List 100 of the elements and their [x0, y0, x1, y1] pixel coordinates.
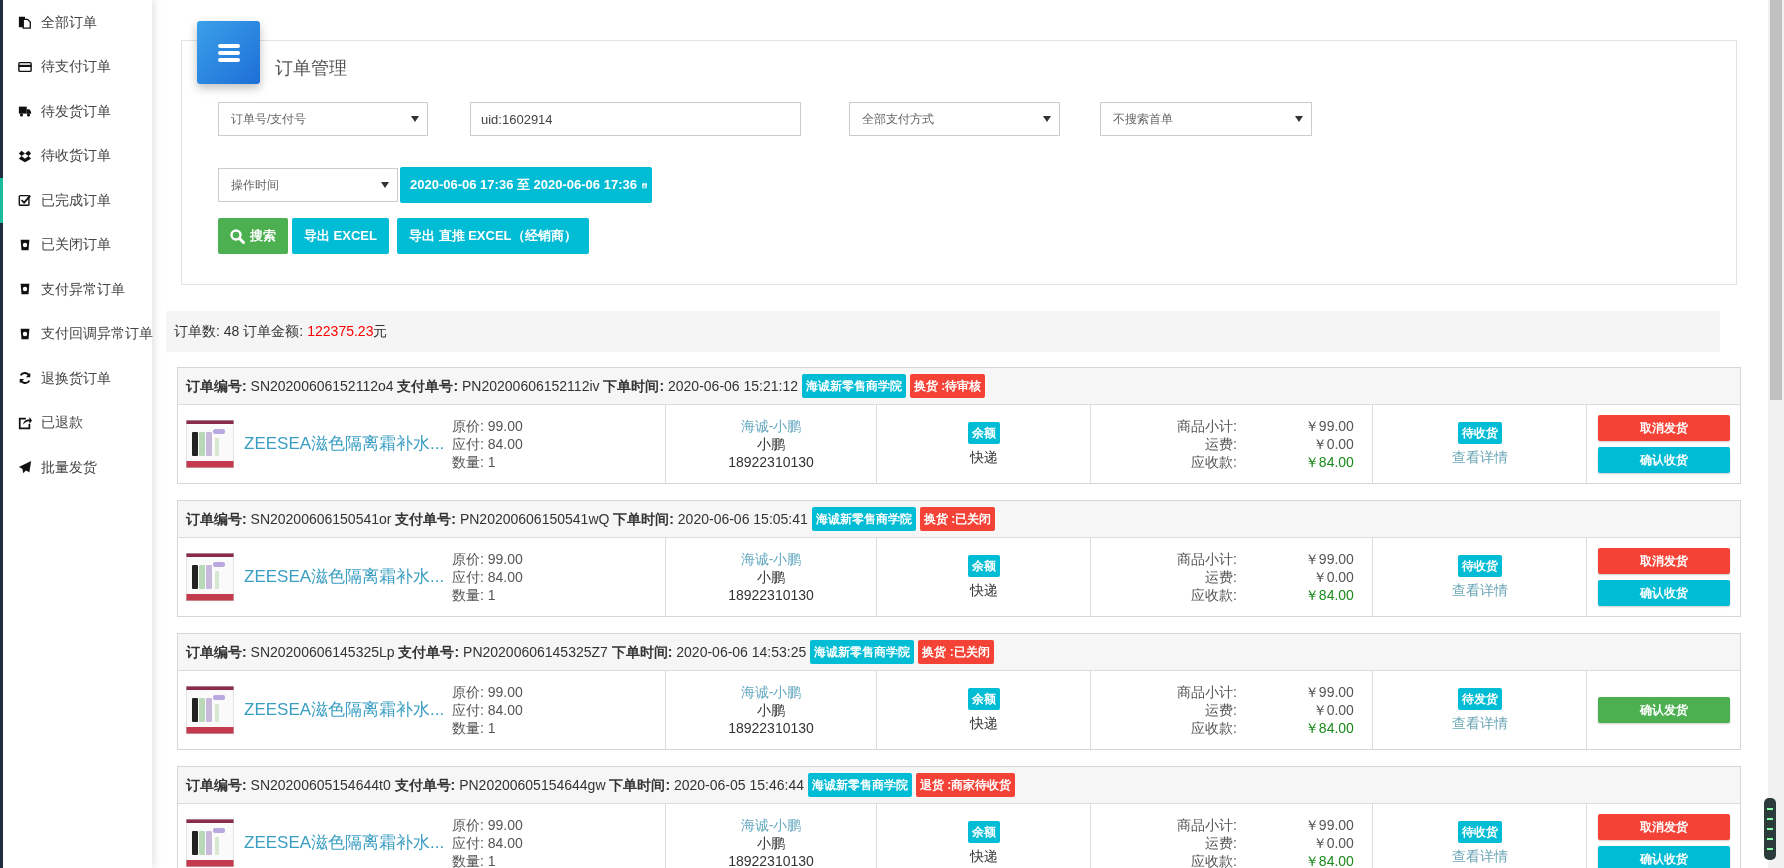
order-tag: 海诚新零售商学院 — [810, 640, 915, 664]
amount-label: 商品小计: — [1177, 683, 1237, 701]
sidebar-item[interactable]: 待收货订单 — [0, 133, 152, 178]
price-text: 数量: 1 — [452, 852, 497, 868]
order-tag: 退货 :商家待收货 — [915, 773, 1016, 797]
price-text: 原价: 99.00 — [452, 683, 523, 701]
product-name-link[interactable]: ZEESEA滋色隔离霜补水... — [244, 431, 444, 457]
buyer-nickname: 海诚-小鹏 — [740, 816, 802, 834]
shipping-text: 快递 — [969, 714, 998, 732]
amount-label: 运费: — [1204, 568, 1237, 586]
amount-value: ￥0.00 — [1311, 701, 1354, 719]
buyer-phone: 18922310130 — [728, 453, 814, 471]
amount-label: 商品小计: — [1177, 417, 1237, 435]
status-badge: 待收货 — [1457, 821, 1502, 843]
sidebar-item[interactable]: 待支付订单 — [0, 44, 152, 89]
share-icon — [18, 415, 32, 430]
dropdown[interactable]: 订单号/支付号 — [218, 102, 428, 136]
shipping-text: 快递 — [969, 847, 998, 865]
truck-icon — [18, 104, 32, 119]
order-header-text: 订单编号: SN20200606150541or 支付单号: PN20200606150541wQ 下单时间: 2020-06-06 15:05:41 — [186, 509, 808, 529]
date-range-button[interactable]: 2020-06-06 17:36 至 2020-06-06 17:36 — [400, 167, 652, 203]
menu-icon — [217, 43, 240, 62]
dropdown[interactable]: 不搜索首单 — [1100, 102, 1312, 136]
order-header-text: 订单编号: SN20200605154644t0 支付单号: PN20200605154644gw 下单时间: 2020-06-05 15:46:44 — [186, 775, 804, 795]
shipping-text: 快递 — [969, 448, 998, 466]
sidebar-item[interactable]: 支付回调异常订单 — [0, 311, 152, 356]
buyer-name: 小鹏 — [757, 834, 785, 852]
price-text: 数量: 1 — [452, 719, 497, 737]
sidebar-item[interactable]: 已退款 — [0, 400, 152, 445]
amount-label: 应收款: — [1190, 586, 1237, 604]
amount-value: ￥99.00 — [1303, 816, 1354, 834]
amount-label: 应收款: — [1190, 719, 1237, 737]
action-button[interactable]: 取消发货 — [1597, 548, 1730, 574]
action-button[interactable]: 确认收货 — [1597, 580, 1730, 606]
paper-plane-icon — [18, 460, 32, 475]
amount-value: ￥84.00 — [1303, 586, 1354, 604]
export-button[interactable]: 导出 直推 EXCEL（经销商） — [396, 218, 589, 254]
dropdown[interactable]: 操作时间 — [218, 168, 398, 202]
price-text: 应付: 84.00 — [452, 435, 523, 453]
action-button[interactable]: 取消发货 — [1597, 814, 1730, 840]
sidebar-item[interactable]: 批量发货 — [0, 445, 152, 490]
detail-link[interactable]: 查看详情 — [1451, 581, 1508, 599]
order-tag: 海诚新零售商学院 — [807, 773, 912, 797]
dropdown[interactable]: 全部支付方式 — [849, 102, 1060, 136]
detail-link[interactable]: 查看详情 — [1451, 714, 1508, 732]
payment-badge: 余额 — [967, 422, 1000, 444]
order-header-text: 订单编号: SN20200606145325Lp 支付单号: PN20200606145325Z7 下单时间: 2020-06-06 14:53:25 — [186, 642, 807, 662]
export-button[interactable]: 导出 EXCEL — [292, 218, 389, 254]
order-tag: 海诚新零售商学院 — [802, 374, 906, 398]
amount-label: 应收款: — [1190, 852, 1237, 868]
checkbox-icon — [18, 193, 32, 208]
action-button[interactable]: 确认收货 — [1597, 447, 1730, 473]
product-name-link[interactable]: ZEESEA滋色隔离霜补水... — [244, 697, 444, 723]
product-name-link[interactable]: ZEESEA滋色隔离霜补水... — [244, 830, 444, 856]
sidebar-item[interactable]: 已关闭订单 — [0, 222, 152, 267]
price-text: 原价: 99.00 — [452, 550, 523, 568]
caret-icon — [1295, 116, 1303, 122]
shipping-text: 快递 — [969, 581, 998, 599]
sidebar-item[interactable]: 待发货订单 — [0, 89, 152, 134]
amount-label: 商品小计: — [1177, 550, 1237, 568]
amount-value: ￥0.00 — [1311, 435, 1354, 453]
order-tag: 海诚新零售商学院 — [811, 507, 916, 531]
amount-label: 运费: — [1204, 701, 1237, 719]
detail-link[interactable]: 查看详情 — [1451, 448, 1508, 466]
status-badge: 待收货 — [1457, 555, 1502, 577]
sidebar-item[interactable]: 已完成订单 — [0, 178, 152, 223]
buyer-name: 小鹏 — [757, 568, 785, 586]
amount-label: 订单金额: — [243, 322, 304, 341]
cup-icon — [18, 282, 32, 297]
action-button[interactable]: 确认发货 — [1597, 697, 1730, 723]
buyer-nickname: 海诚-小鹏 — [740, 417, 802, 435]
action-button[interactable]: 确认收货 — [1597, 846, 1730, 868]
search-button[interactable]: 搜索 — [218, 218, 288, 254]
detail-link[interactable]: 查看详情 — [1451, 847, 1508, 865]
amount-label: 运费: — [1204, 435, 1237, 453]
amount-value: ￥99.00 — [1303, 417, 1354, 435]
sidebar-item[interactable]: 支付异常订单 — [0, 267, 152, 312]
action-button[interactable]: 取消发货 — [1597, 415, 1730, 441]
sidebar-item[interactable]: 退换货订单 — [0, 356, 152, 401]
order-tag: 换货 :待审核 — [910, 374, 986, 398]
scrollbar-thumb[interactable] — [1770, 0, 1782, 400]
search-field[interactable]: uid:1602914 — [470, 102, 801, 136]
buyer-name: 小鹏 — [757, 701, 785, 719]
sidebar-item[interactable]: 全部订单 — [0, 0, 152, 45]
price-text: 原价: 99.00 — [452, 417, 523, 435]
credit-card-icon — [18, 59, 32, 74]
payment-badge: 余额 — [967, 555, 1000, 577]
buyer-phone: 18922310130 — [728, 719, 814, 737]
payment-badge: 余额 — [967, 821, 1000, 843]
order-amount: 122375.23元 — [307, 322, 388, 341]
order-count: 订单数: 48 — [174, 322, 240, 341]
menu-button[interactable] — [197, 21, 260, 84]
buyer-phone: 18922310130 — [728, 852, 814, 868]
product-name-link[interactable]: ZEESEA滋色隔离霜补水... — [244, 564, 444, 590]
buyer-nickname: 海诚-小鹏 — [740, 683, 802, 701]
order-tag: 换货 :已关闭 — [919, 507, 996, 531]
amount-value: ￥84.00 — [1303, 719, 1354, 737]
amount-label: 商品小计: — [1177, 816, 1237, 834]
amount-label: 应收款: — [1190, 453, 1237, 471]
price-text: 数量: 1 — [452, 453, 497, 471]
